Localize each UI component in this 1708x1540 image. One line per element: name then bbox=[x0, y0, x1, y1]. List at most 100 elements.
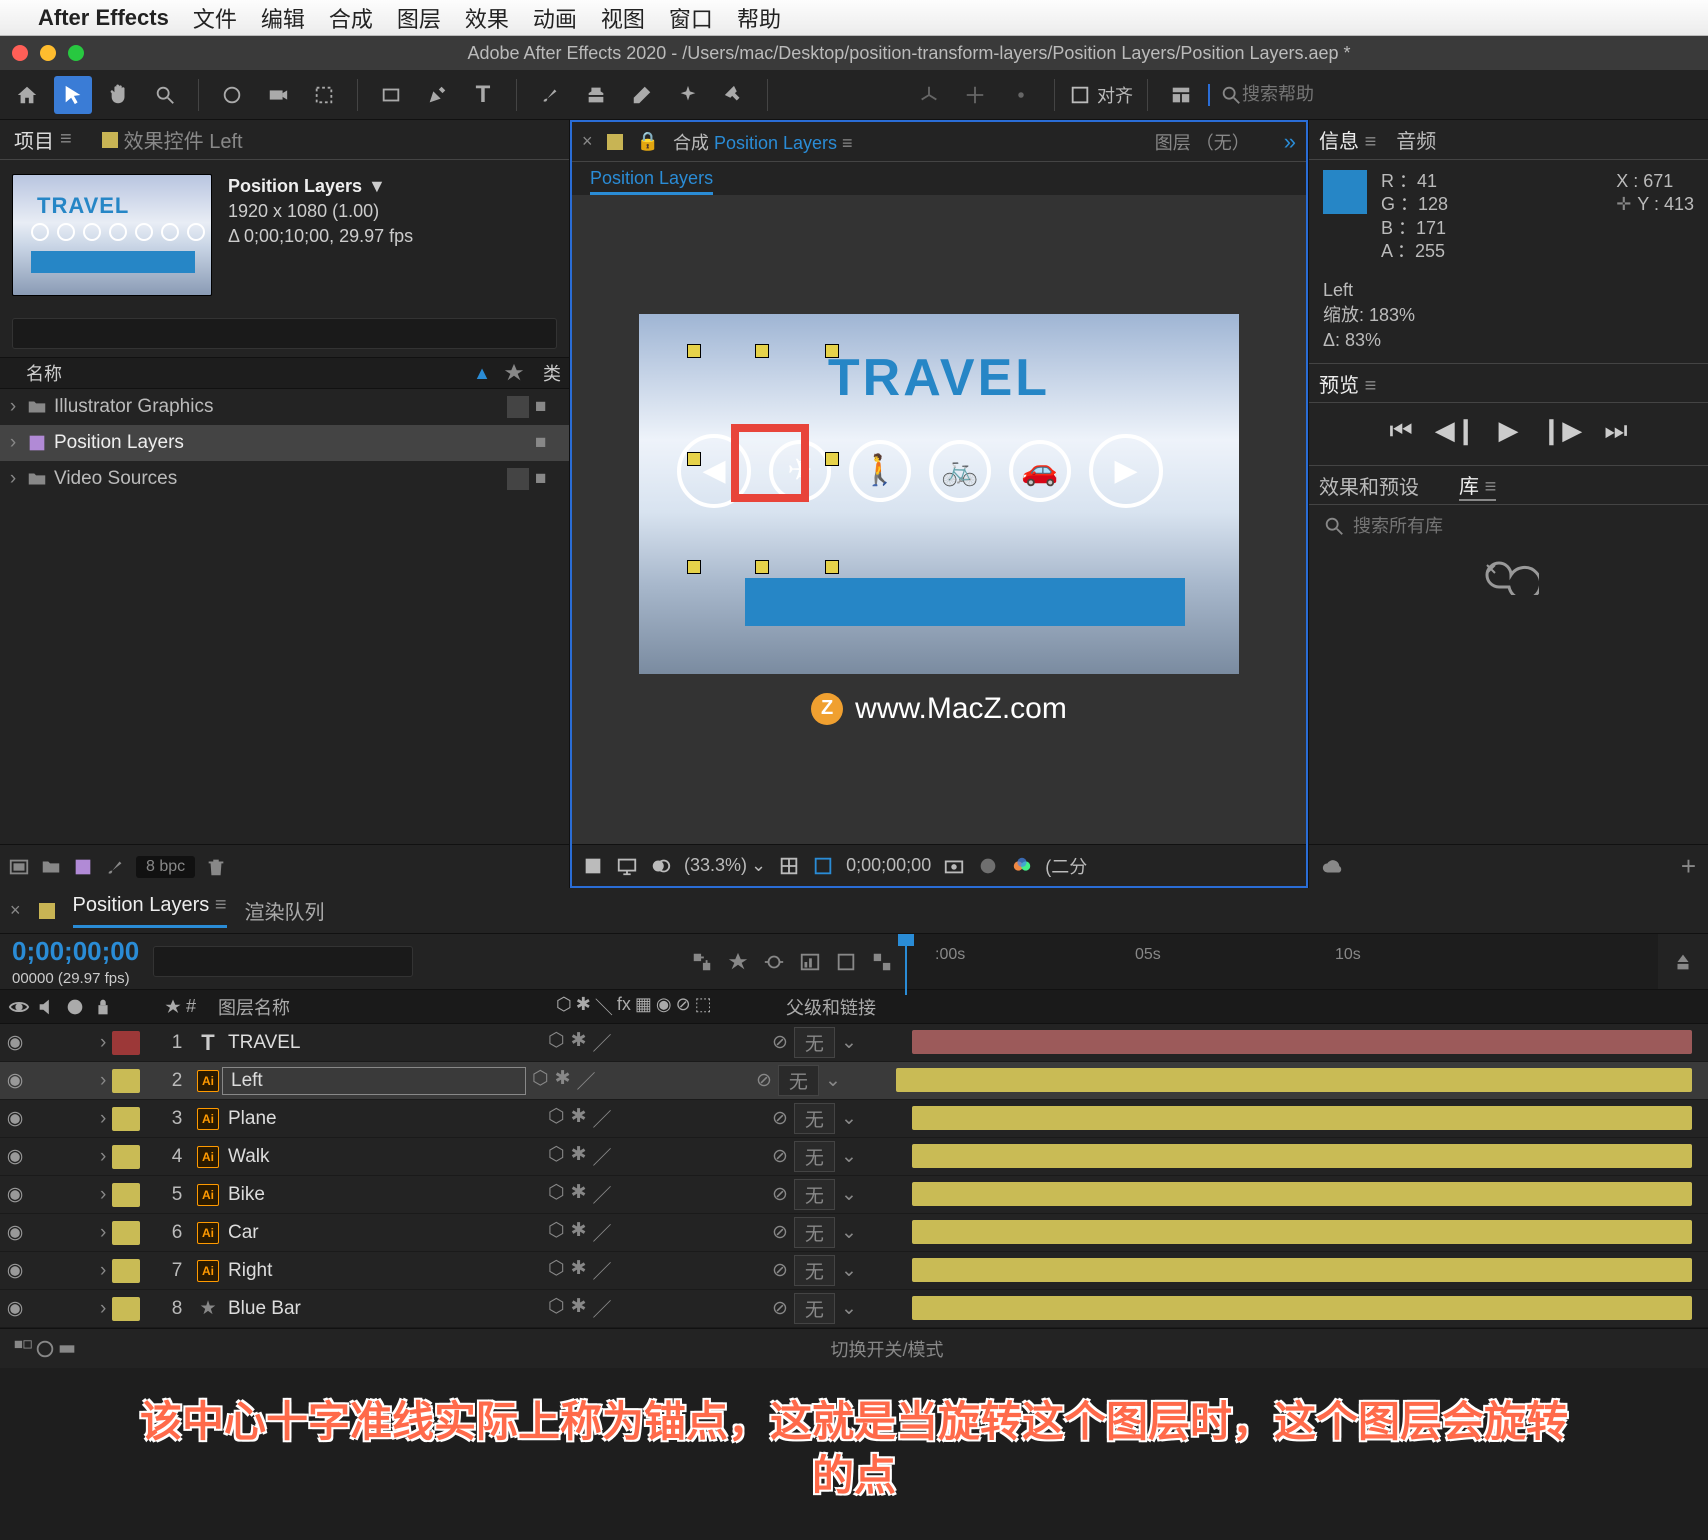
current-time[interactable]: 0;00;00;00 bbox=[12, 936, 139, 967]
collapse-panel-icon[interactable] bbox=[1672, 951, 1694, 973]
close-window-icon[interactable] bbox=[12, 45, 28, 61]
tab-render-queue[interactable]: 渲染队列 bbox=[245, 896, 325, 925]
rectangle-tool-icon[interactable] bbox=[372, 76, 410, 114]
app-name[interactable]: After Effects bbox=[38, 5, 169, 31]
new-comp-icon[interactable] bbox=[72, 856, 94, 878]
layer-name[interactable]: TRAVEL bbox=[222, 1032, 542, 1054]
project-item[interactable]: ›Position Layers■ bbox=[0, 425, 569, 461]
puppet-tool-icon[interactable] bbox=[715, 76, 753, 114]
comp-flowchart-icon[interactable] bbox=[691, 951, 713, 973]
layer-name[interactable]: Walk bbox=[222, 1146, 542, 1168]
layer-row[interactable]: ◉ › 6 Ai Car ⬡✱／ ⊘无⌄ bbox=[0, 1214, 1708, 1252]
maximize-window-icon[interactable] bbox=[68, 45, 84, 61]
hand-tool-icon[interactable] bbox=[100, 76, 138, 114]
menu-layer[interactable]: 图层 bbox=[397, 2, 441, 34]
project-search-input[interactable] bbox=[12, 318, 557, 349]
region-icon[interactable] bbox=[977, 855, 999, 877]
3d-local-axis-icon[interactable] bbox=[956, 76, 994, 114]
parent-link[interactable]: ⊘无⌄ bbox=[772, 1103, 912, 1134]
parent-link[interactable]: ⊘无⌄ bbox=[772, 1027, 912, 1058]
library-search-input[interactable] bbox=[1353, 516, 1585, 537]
pan-behind-tool-icon[interactable] bbox=[305, 76, 343, 114]
layer-name[interactable]: Car bbox=[222, 1222, 542, 1244]
menu-file[interactable]: 文件 bbox=[193, 2, 237, 34]
add-to-library-button[interactable]: + bbox=[1681, 851, 1696, 882]
channel-icon[interactable] bbox=[1011, 855, 1033, 877]
parent-link[interactable]: ⊘无⌄ bbox=[772, 1141, 912, 1172]
new-folder-icon[interactable] bbox=[40, 856, 62, 878]
mask-icon[interactable] bbox=[650, 855, 672, 877]
visibility-toggle[interactable]: ◉ bbox=[0, 1031, 30, 1054]
lock-icon[interactable]: 🔒 bbox=[637, 131, 659, 152]
comp-thumbnail[interactable]: TRAVEL bbox=[12, 174, 212, 296]
tab-layer-viewer[interactable]: 图层 （无） bbox=[1155, 129, 1250, 155]
help-search-input[interactable] bbox=[1242, 84, 1442, 105]
play-button[interactable]: ▶ bbox=[1499, 415, 1519, 447]
layer-name[interactable]: Plane bbox=[222, 1108, 542, 1130]
grid-icon[interactable] bbox=[778, 855, 800, 877]
toggle-alpha-icon[interactable] bbox=[582, 855, 604, 877]
toggle-switches-icon[interactable] bbox=[12, 1338, 34, 1360]
project-item[interactable]: ›Video Sources■ bbox=[0, 461, 569, 497]
close-timeline-tab-icon[interactable]: × bbox=[10, 900, 21, 921]
motion-blur-icon[interactable] bbox=[763, 951, 785, 973]
layer-row[interactable]: ◉ › 8 ★ Blue Bar ⬡✱／ ⊘无⌄ bbox=[0, 1290, 1708, 1328]
parent-link[interactable]: ⊘无⌄ bbox=[756, 1065, 896, 1096]
tab-timeline-comp[interactable]: Position Layers ≡ bbox=[73, 894, 227, 928]
selection-tool-icon[interactable] bbox=[54, 76, 92, 114]
toggle-in-out-icon[interactable] bbox=[56, 1338, 78, 1360]
layer-row[interactable]: ◉ › 1 T TRAVEL ⬡✱／ ⊘无⌄ bbox=[0, 1024, 1708, 1062]
3d-axis-icon[interactable] bbox=[910, 76, 948, 114]
menu-view[interactable]: 视图 bbox=[601, 2, 645, 34]
layer-name[interactable]: Left bbox=[222, 1067, 526, 1095]
close-tab-icon[interactable]: × bbox=[582, 131, 593, 152]
menu-window[interactable]: 窗口 bbox=[669, 2, 713, 34]
tab-info[interactable]: 信息 ≡ bbox=[1319, 125, 1376, 154]
type-tool-icon[interactable]: T bbox=[464, 76, 502, 114]
more-tabs-icon[interactable]: » bbox=[1284, 129, 1296, 155]
pen-tool-icon[interactable] bbox=[418, 76, 456, 114]
layer-switches-icon[interactable] bbox=[871, 951, 893, 973]
parent-link[interactable]: ⊘无⌄ bbox=[772, 1293, 912, 1324]
snap-toggle[interactable]: 对齐 bbox=[1069, 82, 1133, 108]
resolution-dropdown[interactable]: (二分 bbox=[1045, 853, 1087, 879]
visibility-toggle[interactable]: ◉ bbox=[0, 1107, 30, 1130]
snapshot-icon[interactable] bbox=[943, 855, 965, 877]
guides-icon[interactable] bbox=[812, 855, 834, 877]
visibility-toggle[interactable]: ◉ bbox=[0, 1183, 30, 1206]
comp-breadcrumb[interactable]: Position Layers bbox=[590, 168, 713, 195]
home-button[interactable] bbox=[8, 76, 46, 114]
visibility-toggle[interactable]: ◉ bbox=[0, 1259, 30, 1282]
time-ruler[interactable]: :00s05s10s bbox=[905, 934, 1658, 989]
visibility-toggle[interactable]: ◉ bbox=[0, 1221, 30, 1244]
toggle-modes-icon[interactable] bbox=[34, 1338, 56, 1360]
tab-composition-viewer[interactable]: 合成 Position Layers ≡ bbox=[673, 129, 853, 155]
zoom-dropdown[interactable]: (33.3%)⌄ bbox=[684, 855, 766, 876]
parent-link[interactable]: ⊘无⌄ bbox=[772, 1255, 912, 1286]
menu-edit[interactable]: 编辑 bbox=[261, 2, 305, 34]
camera-tool-icon[interactable] bbox=[259, 76, 297, 114]
tab-libraries[interactable]: 库 ≡ bbox=[1459, 470, 1496, 501]
visibility-toggle[interactable]: ◉ bbox=[0, 1297, 30, 1320]
eraser-tool-icon[interactable] bbox=[623, 76, 661, 114]
layer-name[interactable]: Right bbox=[222, 1260, 542, 1282]
clone-stamp-tool-icon[interactable] bbox=[577, 76, 615, 114]
parent-link[interactable]: ⊘无⌄ bbox=[772, 1179, 912, 1210]
draft-3d-icon[interactable] bbox=[727, 951, 749, 973]
tab-preview[interactable]: 预览 ≡ bbox=[1319, 369, 1376, 398]
parent-link[interactable]: ⊘无⌄ bbox=[772, 1217, 912, 1248]
last-frame-button[interactable]: ⏭ bbox=[1604, 415, 1627, 447]
roto-brush-tool-icon[interactable] bbox=[669, 76, 707, 114]
layer-row[interactable]: ◉ › 4 Ai Walk ⬡✱／ ⊘无⌄ bbox=[0, 1138, 1708, 1176]
adjustment-icon[interactable] bbox=[104, 856, 126, 878]
prev-frame-button[interactable]: ◀❙ bbox=[1435, 415, 1477, 447]
graph-editor-icon[interactable] bbox=[799, 951, 821, 973]
composition-viewer[interactable]: TRAVEL ◀ ✈ 🚶 🚲 🚗 ▶ bbox=[639, 314, 1239, 674]
frame-blend-icon[interactable] bbox=[835, 951, 857, 973]
menu-effect[interactable]: 效果 bbox=[465, 2, 509, 34]
menu-animation[interactable]: 动画 bbox=[533, 2, 577, 34]
layer-name[interactable]: Bike bbox=[222, 1184, 542, 1206]
menu-composition[interactable]: 合成 bbox=[329, 2, 373, 34]
first-frame-button[interactable]: ⏮ bbox=[1389, 415, 1412, 447]
bpc-button[interactable]: 8 bpc bbox=[136, 856, 195, 878]
